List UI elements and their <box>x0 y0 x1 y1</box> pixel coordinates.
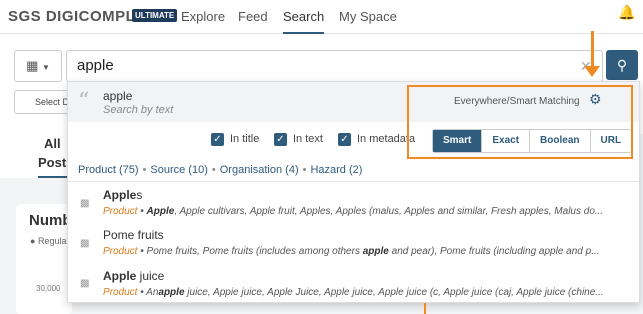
result-description: Product • Pome fruits, Pome fruits (incl… <box>103 246 600 257</box>
product-icon: ▩ <box>80 238 90 249</box>
search-button[interactable]: ⚲ <box>606 50 638 80</box>
nav-my-space[interactable]: My Space <box>339 9 397 24</box>
product-icon: ▩ <box>80 198 90 209</box>
select-date-dropdown[interactable]: Select D <box>14 90 70 114</box>
nav-explore[interactable]: Explore <box>181 9 225 24</box>
in-title-checkbox[interactable]: ✓ <box>211 133 224 146</box>
nav-search[interactable]: Search <box>283 9 325 34</box>
notification-bell-icon[interactable]: 🔔 <box>618 4 635 21</box>
facet-hazard[interactable]: Hazard (2) <box>310 164 362 176</box>
annotation-arrow-head <box>584 66 600 77</box>
facet-source[interactable]: Source (10) <box>150 164 207 176</box>
in-title-label: In title <box>230 133 260 145</box>
filter-dropdown-button[interactable]: ▦ ▼ <box>14 50 62 82</box>
in-metadata-checkbox[interactable]: ✓ <box>338 133 351 146</box>
in-text-label: In text <box>293 133 323 145</box>
facet-organisation[interactable]: Organisation (4) <box>220 164 299 176</box>
annotation-highlight-box <box>407 85 633 159</box>
annotation-arrow <box>591 31 594 69</box>
app-logo[interactable]: SGS DIGICOMPLY <box>8 8 144 25</box>
top-navigation-bar: SGS DIGICOMPLY ULTIMATE Explore Feed Sea… <box>0 0 643 34</box>
magnifier-icon: ⚲ <box>616 57 628 73</box>
tab-all[interactable]: All <box>44 136 61 151</box>
suggestion-term: apple <box>103 89 133 103</box>
axis-tick-label: 30,000 <box>36 284 61 293</box>
annotation-arrow-tail <box>424 303 426 314</box>
quote-icon: “ <box>78 89 90 114</box>
search-input[interactable]: apple <box>66 50 603 82</box>
nav-feed[interactable]: Feed <box>238 9 268 24</box>
divider <box>68 181 639 182</box>
chevron-down-icon: ▼ <box>42 63 50 72</box>
plan-badge: ULTIMATE <box>132 9 178 22</box>
result-title[interactable]: Apples <box>103 188 142 202</box>
in-text-checkbox[interactable]: ✓ <box>274 133 287 146</box>
card-title: Numb <box>29 212 72 229</box>
select-date-label: Select D <box>35 97 70 107</box>
suggestion-subtitle: Search by text <box>103 104 174 116</box>
filter-icon: ▦ <box>26 58 39 73</box>
legend-item: ● Regula <box>30 236 67 246</box>
product-icon: ▩ <box>80 278 90 289</box>
legend-label: Regula <box>37 236 67 246</box>
facet-product[interactable]: Product (75) <box>78 164 139 176</box>
result-title[interactable]: Pome fruits <box>103 228 164 242</box>
result-description: Product • Apple, Apple cultivars, Apple … <box>103 206 604 217</box>
result-description: Product • Anapple juice, Appie juice, Ap… <box>103 287 604 298</box>
result-title[interactable]: Apple juice <box>103 269 164 283</box>
facet-links: Product (75) • Source (10) • Organisation (4… <box>78 164 363 176</box>
